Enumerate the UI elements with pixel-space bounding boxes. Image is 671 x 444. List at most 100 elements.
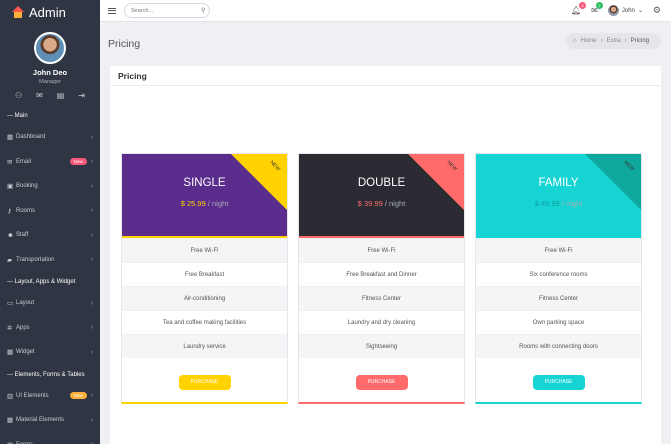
pricing-plan-family: NEW FAMILY $ 49.99 / night Free Wi-Fi Six co…	[475, 153, 642, 404]
feature-item: Sightseeing	[299, 334, 464, 358]
card-title: Pricing	[110, 66, 661, 86]
nav-header-main: --- Main	[7, 113, 28, 119]
plan-price: $ 49.99	[534, 199, 560, 208]
sidebar-item-widget[interactable]: ▦ Widget ›	[0, 340, 100, 365]
search-box[interactable]: ⚲	[124, 3, 210, 18]
plan-period: / night	[384, 199, 406, 208]
feature-item: Tea and coffee making facilities	[122, 310, 287, 334]
chevron-right-icon: ›	[90, 182, 93, 190]
feature-item: Rooms with connecting doors	[476, 334, 641, 358]
home-logo-icon	[12, 6, 24, 18]
breadcrumb-current: Pricing	[630, 38, 649, 44]
plan-header: NEW FAMILY $ 49.99 / night	[476, 154, 641, 238]
gear-icon[interactable]: ⚙	[653, 5, 661, 16]
page-title: Pricing	[108, 38, 141, 50]
purchase-button[interactable]: PURCHASE	[355, 374, 408, 390]
users-icon: ☻	[7, 231, 14, 239]
sidebar-item-dashboard[interactable]: ▦ Dashboard ›	[0, 125, 100, 150]
sidebar-item-label: Email	[16, 158, 32, 165]
ribbon	[408, 154, 464, 210]
chevron-right-icon: ›	[90, 392, 93, 400]
car-icon: ▰	[7, 256, 12, 264]
briefcase-icon: ▣	[7, 183, 14, 191]
sidebar-item-layout[interactable]: ▭ Layout ›	[0, 291, 100, 316]
sidebar-item-material-elements[interactable]: ▦ Material Elements ›	[0, 408, 100, 433]
pricing-plan-double: NEW DOUBLE $ 39.99 / night Free Wi-Fi Free B…	[298, 153, 465, 404]
sidebar-item-apps[interactable]: ✲ Apps ›	[0, 316, 100, 341]
message-icon[interactable]: ✉ 2	[591, 2, 603, 15]
sidebar-item-rooms[interactable]: ⚷ Rooms ›	[0, 199, 100, 224]
plan-price: $ 25.99	[180, 199, 206, 208]
search-input[interactable]	[131, 7, 201, 14]
sidebar-item-transportation[interactable]: ▰ Transportation ›	[0, 248, 100, 273]
chevron-right-icon: ›	[90, 133, 93, 141]
plan-header: NEW SINGLE $ 25.99 / night	[122, 154, 287, 238]
breadcrumb-extra[interactable]: Extra	[607, 38, 621, 44]
notification-count: 6	[579, 2, 587, 9]
chevron-right-icon: ›	[90, 231, 93, 239]
sidebar-item-label: Material Elements	[16, 417, 65, 424]
sidebar-item-label: Layout	[16, 300, 35, 307]
sidebar-item-booking[interactable]: ▣ Booking ›	[0, 174, 100, 199]
mail-icon[interactable]: ✉	[36, 91, 43, 100]
feature-item: Fitness Center	[299, 286, 464, 310]
sidebar-item-label: Dashboard	[16, 134, 46, 141]
feature-item: Free Breakfast	[122, 262, 287, 286]
feature-item: Air-conditioning	[122, 286, 287, 310]
feature-item: Free Wi-Fi	[299, 238, 464, 262]
sidebar-item-forms[interactable]: ▤Forms›	[0, 433, 100, 444]
sidebar-item-label: UI Elements	[16, 392, 49, 399]
brand[interactable]: Admin	[0, 0, 100, 24]
nav-header-elements: --- Elements, Forms & Tables	[7, 371, 85, 378]
nav-header-layout: --- Layout, Apps & Widget	[7, 279, 76, 285]
chat-icon[interactable]: ▤	[57, 91, 65, 100]
bell-icon[interactable]: 🔔︎ 6	[571, 2, 587, 15]
chevron-right-icon: ›	[90, 416, 93, 424]
chevron-right-icon: ›	[90, 324, 93, 332]
sidebar-item-label: Rooms	[16, 207, 36, 214]
feature-list: Free Wi-Fi Free Breakfast Air-conditioning…	[122, 238, 287, 358]
widget-icon: ▦	[7, 349, 14, 357]
plan-period: / night	[207, 199, 229, 208]
plan-footer: PURCHASE	[299, 358, 464, 406]
search-icon[interactable]: ⚲	[201, 7, 205, 14]
purchase-button[interactable]: PURCHASE	[532, 374, 585, 390]
feature-item: Own parking space	[476, 310, 641, 334]
chevron-down-icon: ⌄	[637, 8, 643, 14]
feature-item: Six conference rooms	[476, 262, 641, 286]
avatar[interactable]	[34, 32, 66, 64]
purchase-button[interactable]: PURCHASE	[178, 374, 231, 390]
feature-item: Free Breakfast and Dinner	[299, 262, 464, 286]
chevron-right-icon: ›	[90, 256, 93, 264]
user-avatar	[607, 5, 619, 16]
sidebar-item-staff[interactable]: ☻ Staff ›	[0, 223, 100, 248]
chevron-right-icon: ›	[90, 348, 93, 356]
home-icon: ⌂	[573, 38, 577, 44]
app-title: Admin	[29, 4, 66, 20]
plan-header: NEW DOUBLE $ 39.99 / night	[299, 154, 464, 238]
user-icon[interactable]: ⚇	[15, 91, 22, 100]
plan-footer: PURCHASE	[476, 358, 641, 406]
ribbon	[231, 154, 287, 210]
logout-icon[interactable]: ⇥	[78, 91, 85, 100]
breadcrumb-home[interactable]: Home	[581, 38, 597, 44]
topbar-actions: 🔔︎ 6 ✉ 2 John ⌄ ⚙	[571, 2, 671, 16]
grid-icon: ▦	[7, 134, 14, 142]
chevron-right-icon: ›	[90, 158, 93, 166]
apps-icon: ✲	[7, 324, 13, 332]
mail-icon: ✉	[7, 158, 13, 166]
sidebar-item-ui-elements[interactable]: ▥ UI Elements New ›	[0, 384, 100, 409]
sidebar-item-email[interactable]: ✉ Email New ›	[0, 150, 100, 175]
sidebar-item-label: Transportation	[16, 256, 55, 263]
feature-list: Free Wi-Fi Six conference rooms Fitness Ce…	[476, 238, 641, 358]
plan-period: / night	[561, 199, 583, 208]
user-menu[interactable]: John ⌄	[607, 5, 643, 16]
feature-item: Free Wi-Fi	[476, 238, 641, 262]
chevron-right-icon: ›	[90, 299, 93, 307]
status-badge: New	[69, 158, 87, 166]
user-name: John Deo	[32, 68, 68, 77]
plan-footer: PURCHASE	[122, 358, 287, 406]
monitor-icon: ▭	[7, 300, 14, 308]
menu-toggle-icon[interactable]	[108, 7, 116, 14]
ui-icon: ▥	[7, 392, 14, 400]
